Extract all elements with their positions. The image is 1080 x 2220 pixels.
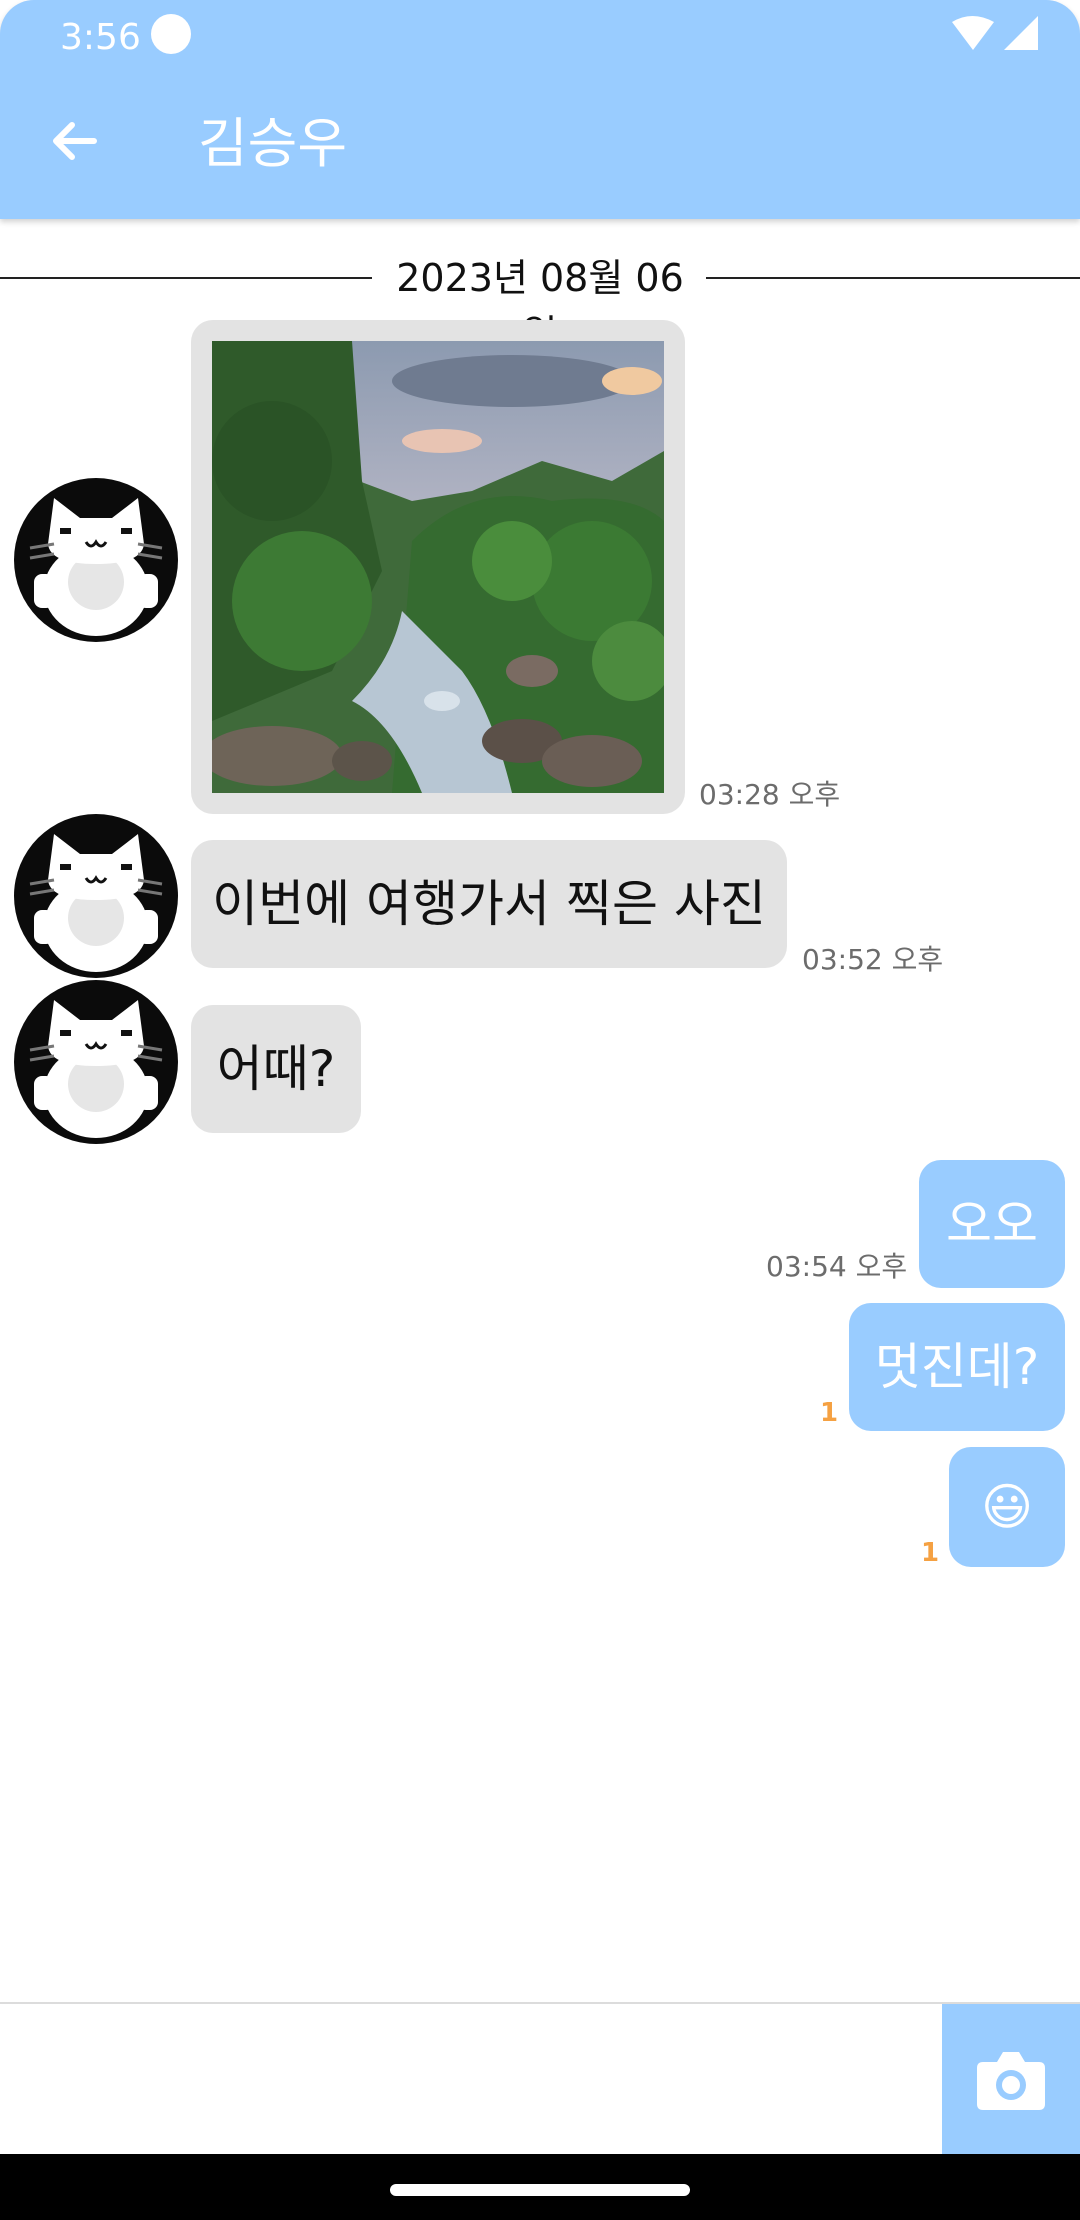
message-time: 03:52 오후 <box>802 943 944 976</box>
camera-button[interactable] <box>942 2004 1080 2156</box>
avatar[interactable] <box>14 814 178 978</box>
back-button[interactable] <box>42 108 108 174</box>
app-bar: 3:56 김승우 <box>0 0 1080 219</box>
status-notification-dot-icon <box>151 14 191 54</box>
outgoing-message-bubble[interactable]: 멋진데? <box>849 1303 1065 1431</box>
incoming-message-bubble[interactable]: 이번에 여행가서 찍은 사진 <box>191 840 787 968</box>
outgoing-message-bubble[interactable]: 오오 <box>919 1160 1065 1288</box>
message-composer <box>0 2002 1080 2156</box>
home-indicator[interactable] <box>390 2184 690 2196</box>
outgoing-message-bubble[interactable]: 😃 <box>949 1447 1065 1567</box>
message-time: 03:28 오후 <box>699 778 841 811</box>
message-text: 이번에 여행가서 찍은 사진 <box>212 875 766 933</box>
message-input[interactable] <box>0 2004 940 2156</box>
unread-count: 1 <box>921 1538 940 1568</box>
chat-title: 김승우 <box>198 112 348 175</box>
unread-count: 1 <box>820 1398 839 1428</box>
emoji-text: 😃 <box>980 1478 1034 1536</box>
cat-avatar-icon <box>29 498 163 636</box>
message-text: 멋진데? <box>874 1338 1040 1396</box>
signal-icon <box>1004 16 1038 50</box>
message-text: 오오 <box>946 1195 1038 1253</box>
system-nav-bar <box>0 2154 1080 2220</box>
camera-icon <box>977 2052 1045 2110</box>
date-divider: 2023년 08월 06일 <box>0 250 1080 356</box>
wifi-icon <box>952 16 994 50</box>
cat-avatar-icon <box>29 834 163 972</box>
divider-line-right <box>706 277 1080 279</box>
avatar[interactable] <box>14 980 178 1144</box>
cat-avatar-icon <box>29 1000 163 1138</box>
status-icons <box>952 16 1042 52</box>
image-message-bubble[interactable] <box>191 320 685 814</box>
message-text: 어때? <box>216 1040 336 1098</box>
message-time: 03:54 오후 <box>766 1250 908 1283</box>
divider-line-left <box>0 277 372 279</box>
avatar[interactable] <box>14 478 178 642</box>
date-label: 2023년 08월 06일 <box>396 256 684 356</box>
arrow-left-icon <box>53 122 97 160</box>
incoming-message-bubble[interactable]: 어때? <box>191 1005 361 1133</box>
shared-photo[interactable] <box>212 341 664 793</box>
status-time: 3:56 <box>60 17 141 58</box>
